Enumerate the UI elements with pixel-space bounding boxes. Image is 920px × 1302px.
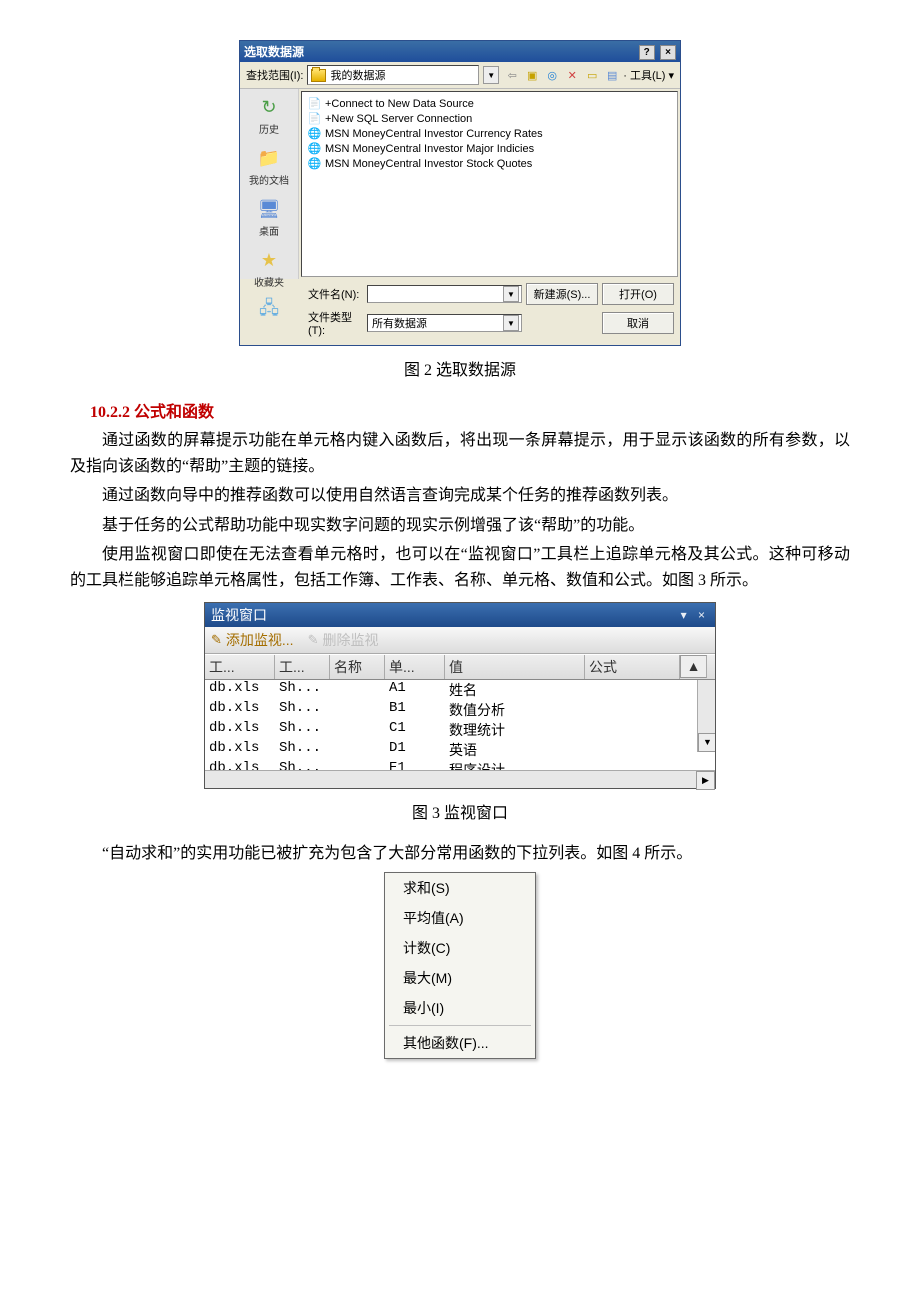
network-icon: 🖧 (254, 299, 284, 323)
body-paragraph: 基于任务的公式帮助功能中现实数字问题的现实示例增强了该“帮助”的功能。 (70, 513, 850, 539)
place-history[interactable]: ↻ 历史 (254, 95, 284, 136)
menu-item-more-functions[interactable]: 其他函数(F)... (385, 1028, 535, 1058)
dialog-toolbar: 查找范围(I): 我的数据源 ▼ ⇦ ▣ ◎ ✕ ▭ ▤ · 工具(L) ▾ (240, 62, 680, 89)
chevron-down-icon[interactable]: ▼ (503, 315, 519, 331)
body-paragraph: 使用监视窗口即使在无法查看单元格时，也可以在“监视窗口”工具栏上追踪单元格及其公… (70, 542, 850, 593)
places-bar: ↻ 历史 📁 我的文档 🖥 桌面 ★ 收藏夹 (240, 89, 299, 279)
desktop-icon: 🖥 (254, 197, 284, 221)
horizontal-scrollbar[interactable]: ▶ (205, 770, 715, 788)
menu-item-count[interactable]: 计数(C) (385, 933, 535, 963)
menu-item-sum[interactable]: 求和(S) (385, 873, 535, 903)
lookin-label: 查找范围(I): (246, 67, 303, 83)
watch-toolbar: ✎添加监视... ✎删除监视 (205, 627, 715, 654)
open-button[interactable]: 打开(O) (602, 283, 674, 305)
vertical-scrollbar[interactable]: ▼ (697, 680, 715, 752)
scroll-down-icon[interactable]: ▼ (698, 733, 715, 752)
delete-watch-icon: ✎ (308, 632, 319, 648)
watch-title: 监视窗口 (211, 605, 267, 625)
watch-column-headers: 工... 工... 名称 单... 值 公式 ▲ (205, 654, 715, 680)
delete-icon[interactable]: ✕ (563, 66, 581, 84)
toolbar-icons: ⇦ ▣ ◎ ✕ ▭ ▤ · 工具(L) ▾ (503, 66, 674, 84)
scroll-right-icon[interactable]: ▶ (696, 771, 715, 790)
up-one-level-icon[interactable]: ▣ (523, 66, 541, 84)
cancel-button[interactable]: 取消 (602, 312, 674, 334)
filetype-label: 文件类型(T): (308, 309, 363, 337)
watch-window: 监视窗口 ▾ × ✎添加监视... ✎删除监视 工... 工... 名称 单..… (204, 602, 716, 789)
select-data-source-dialog: 选取数据源 ? × 查找范围(I): 我的数据源 ▼ ⇦ ▣ ◎ ✕ (239, 40, 681, 346)
table-row[interactable]: db.xlsSh...D1英语 (205, 740, 715, 760)
tools-menu[interactable]: · 工具(L) ▾ (623, 67, 674, 83)
menu-item-average[interactable]: 平均值(A) (385, 903, 535, 933)
body-paragraph: 通过函数向导中的推荐函数可以使用自然语言查询完成某个任务的推荐函数列表。 (70, 483, 850, 509)
add-watch-button[interactable]: ✎添加监视... (211, 630, 294, 650)
place-desktop[interactable]: 🖥 桌面 (254, 197, 284, 238)
place-favorites[interactable]: ★ 收藏夹 (254, 248, 284, 289)
delete-watch-button: ✎删除监视 (308, 630, 379, 650)
place-network[interactable]: 🖧 (254, 299, 284, 325)
file-list[interactable]: 📄+Connect to New Data Source 📄+New SQL S… (301, 91, 678, 277)
menu-item-max[interactable]: 最大(M) (385, 963, 535, 993)
chevron-down-icon[interactable]: ▼ (503, 286, 519, 302)
col-header[interactable]: 工... (205, 655, 275, 679)
table-row[interactable]: db.xlsSh...B1数值分析 (205, 700, 715, 720)
section-heading: 10.2.2 公式和函数 (90, 398, 850, 422)
help-icon[interactable]: ? (639, 45, 655, 60)
body-paragraph: “自动求和”的实用功能已被扩充为包含了大部分常用函数的下拉列表。如图 4 所示。 (70, 841, 850, 867)
file-icon: 📄 (308, 97, 321, 110)
body-paragraph: 通过函数的屏幕提示功能在单元格内键入函数后，将出现一条屏幕提示，用于显示该函数的… (70, 428, 850, 479)
figure-caption-3: 图 3 监视窗口 (70, 799, 850, 823)
list-item[interactable]: 📄+New SQL Server Connection (308, 111, 671, 126)
views-icon[interactable]: ▤ (603, 66, 621, 84)
menu-item-min[interactable]: 最小(I) (385, 993, 535, 1023)
col-header[interactable]: 工... (275, 655, 330, 679)
filename-field[interactable]: ▼ (367, 285, 522, 303)
table-row[interactable]: db.xlsSh...C1数理统计 (205, 720, 715, 740)
menu-separator (389, 1025, 531, 1026)
filename-label: 文件名(N): (308, 286, 363, 302)
history-icon: ↻ (254, 95, 284, 119)
new-folder-icon[interactable]: ▭ (583, 66, 601, 84)
watch-titlebar: 监视窗口 ▾ × (205, 603, 715, 627)
web-icon: 🌐 (308, 127, 321, 140)
place-mydocs[interactable]: 📁 我的文档 (249, 146, 289, 187)
list-item[interactable]: 🌐MSN MoneyCentral Investor Major Indicie… (308, 141, 671, 156)
minimize-icon[interactable]: ▾ (681, 608, 691, 622)
autosum-menu: 求和(S) 平均值(A) 计数(C) 最大(M) 最小(I) 其他函数(F)..… (384, 872, 536, 1059)
table-row[interactable]: db.xlsSh...A1姓名 (205, 680, 715, 700)
lookin-dropdown-icon[interactable]: ▼ (483, 66, 499, 84)
web-icon: 🌐 (308, 142, 321, 155)
file-icon: 📄 (308, 112, 321, 125)
list-item[interactable]: 🌐MSN MoneyCentral Investor Currency Rate… (308, 126, 671, 141)
col-header[interactable]: 名称 (330, 655, 385, 679)
table-row[interactable]: db.xlsSh...E1程序设计 (205, 760, 715, 770)
close-icon[interactable]: × (698, 608, 709, 622)
lookin-value: 我的数据源 (330, 67, 385, 83)
figure-caption-2: 图 2 选取数据源 (70, 356, 850, 380)
folder-icon (311, 69, 326, 82)
watch-rows: db.xlsSh...A1姓名 db.xlsSh...B1数值分析 db.xls… (205, 680, 715, 770)
new-source-button[interactable]: 新建源(S)... (526, 283, 598, 305)
close-icon[interactable]: × (660, 45, 676, 60)
web-icon: 🌐 (308, 157, 321, 170)
favorites-icon: ★ (254, 248, 284, 272)
mydocs-icon: 📁 (254, 146, 284, 170)
lookin-combo[interactable]: 我的数据源 (307, 65, 479, 85)
scroll-up-icon[interactable]: ▲ (680, 655, 707, 678)
col-header[interactable]: 值 (445, 655, 585, 679)
dialog-title: 选取数据源 (244, 43, 304, 60)
add-watch-icon: ✎ (211, 632, 222, 648)
dialog-titlebar: 选取数据源 ? × (240, 41, 680, 62)
col-header[interactable]: 单... (385, 655, 445, 679)
list-item[interactable]: 📄+Connect to New Data Source (308, 96, 671, 111)
search-icon[interactable]: ◎ (543, 66, 561, 84)
list-item[interactable]: 🌐MSN MoneyCentral Investor Stock Quotes (308, 156, 671, 171)
filetype-combo[interactable]: 所有数据源▼ (367, 314, 522, 332)
back-icon[interactable]: ⇦ (503, 66, 521, 84)
col-header[interactable]: 公式 (585, 655, 680, 679)
